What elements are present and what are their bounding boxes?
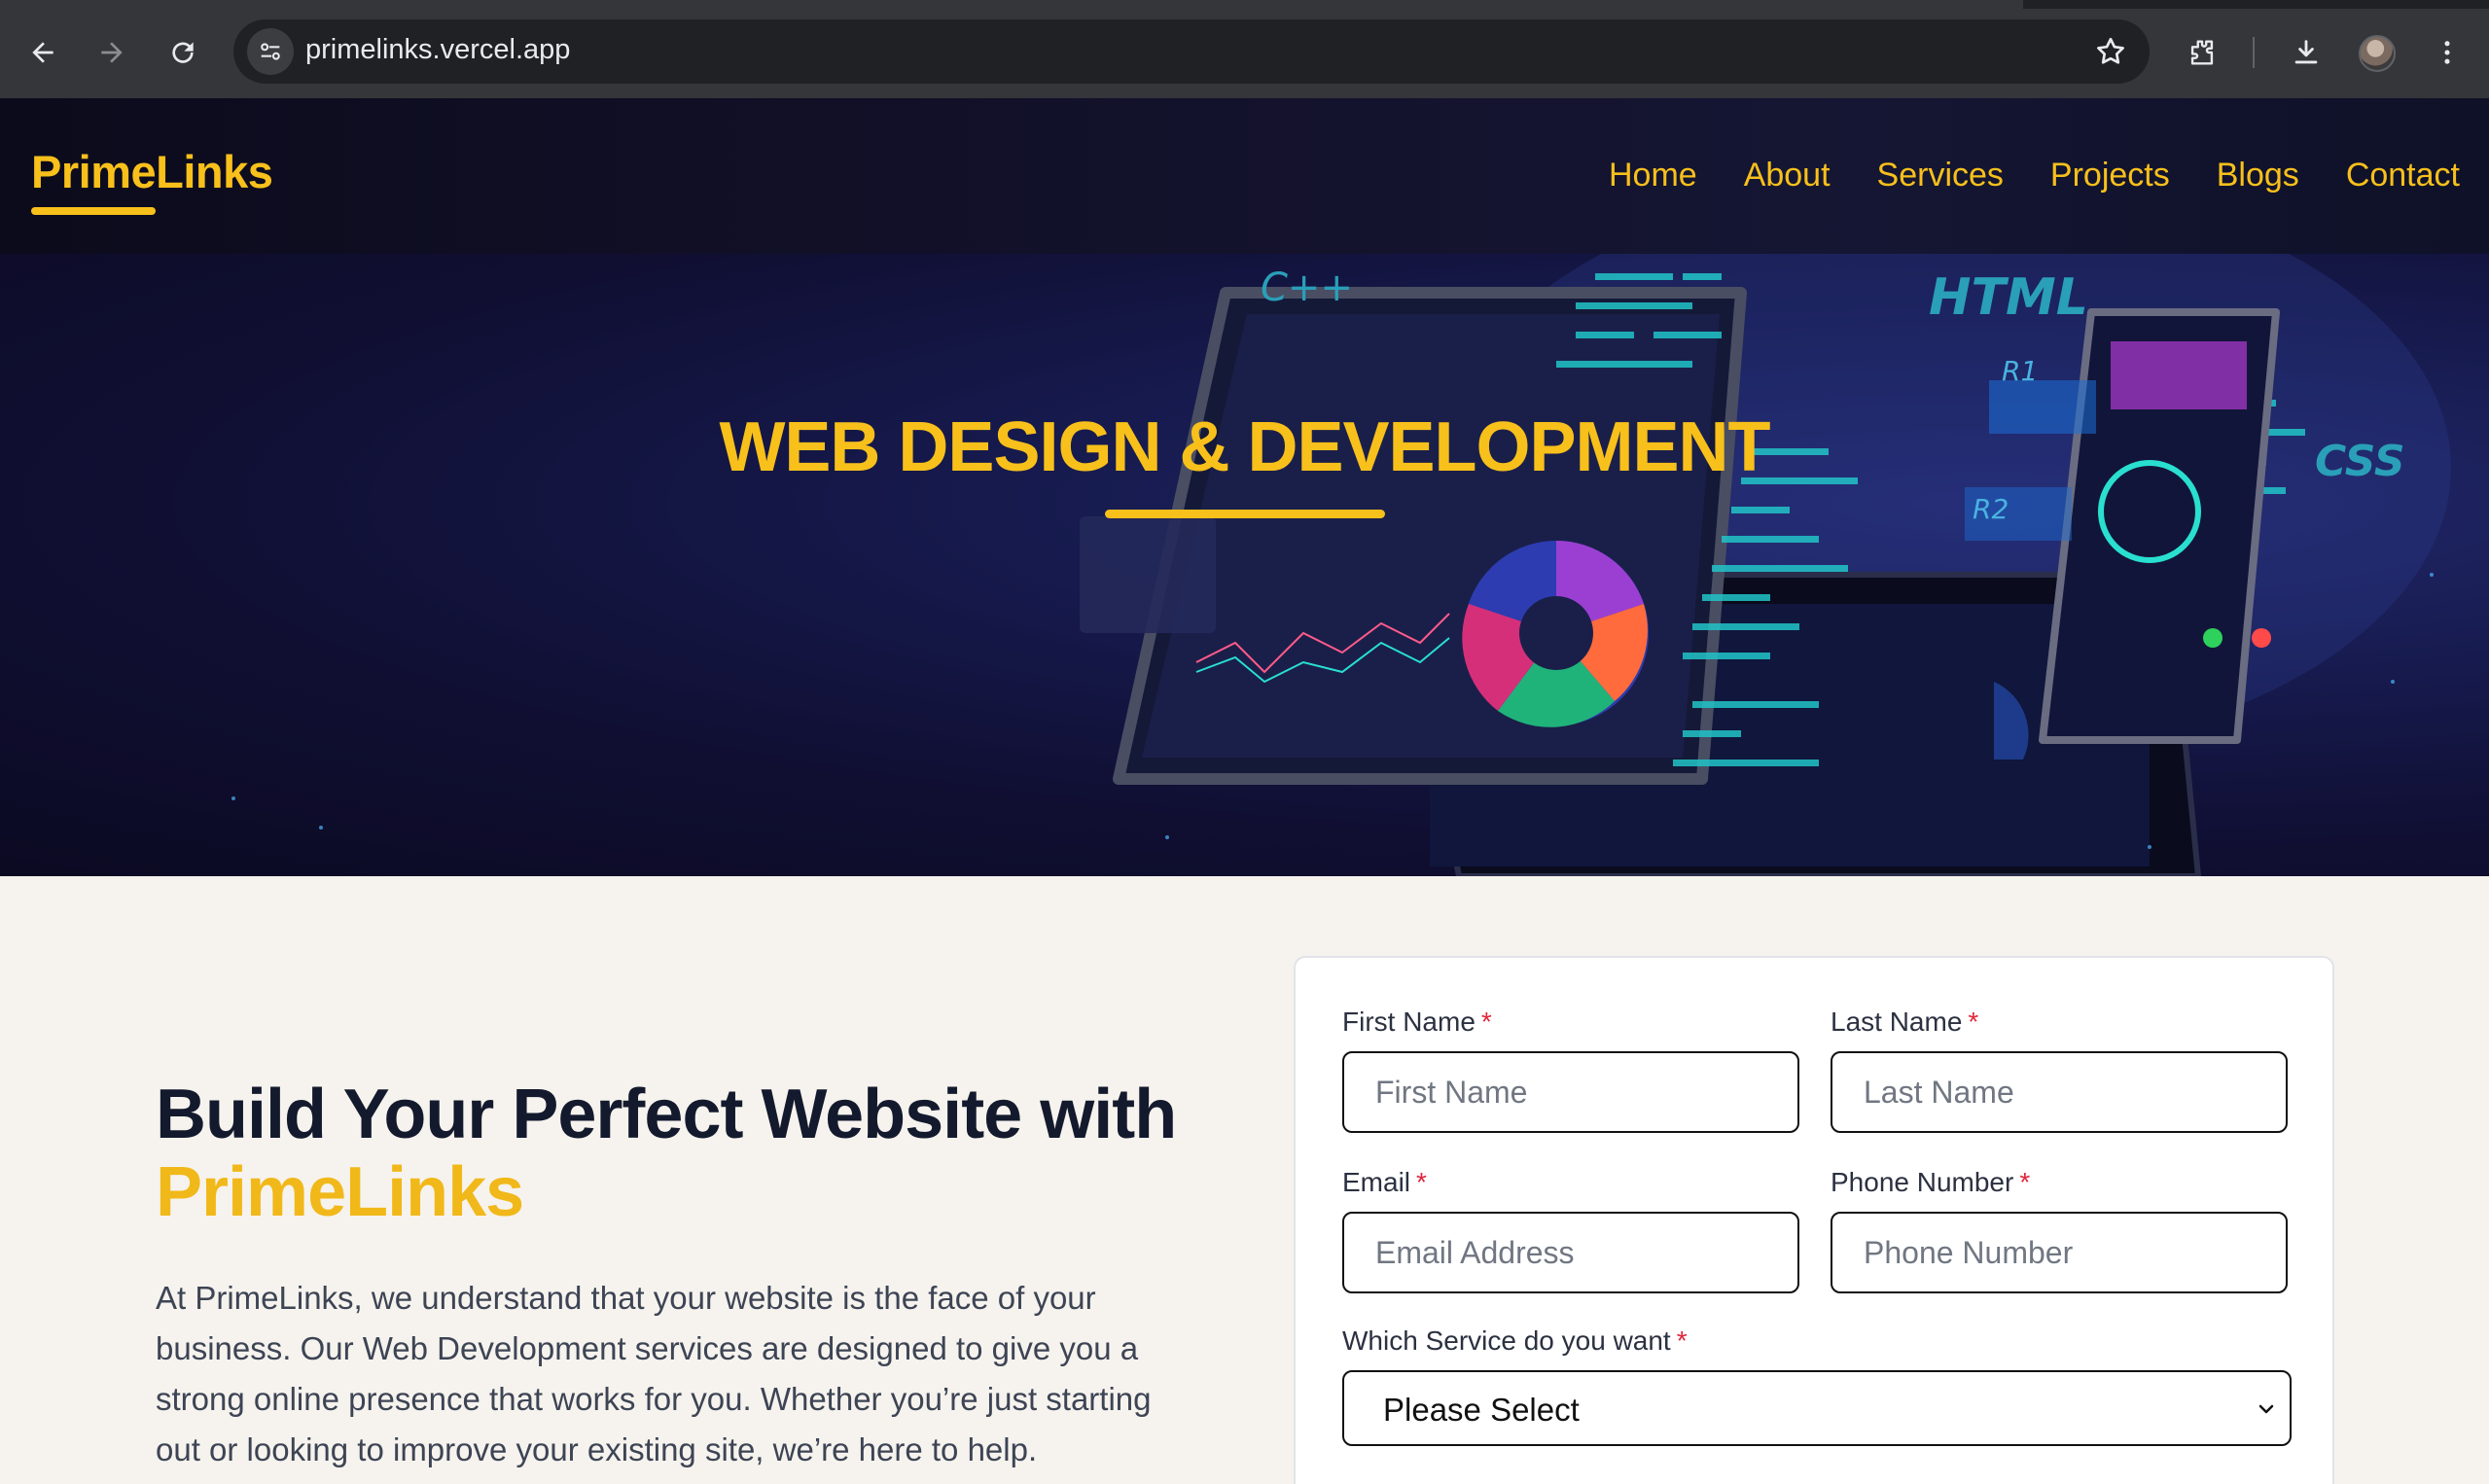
extensions-button[interactable]	[2179, 29, 2225, 76]
nav-about[interactable]: About	[1744, 157, 1831, 194]
profile-avatar[interactable]	[2359, 35, 2396, 72]
intro-section: Build Your Perfect Website with PrimeLin…	[0, 876, 2489, 1484]
required-mark: *	[1480, 1007, 1492, 1037]
service-select[interactable]: Please Select	[1342, 1370, 2292, 1446]
required-mark: *	[1416, 1167, 1427, 1197]
service-select-value: Please Select	[1383, 1392, 1580, 1428]
hero-title-underline	[1105, 510, 1385, 518]
download-icon	[2294, 40, 2318, 64]
download-button[interactable]	[2283, 29, 2329, 76]
site-info-button[interactable]	[247, 28, 294, 75]
phone-label: Phone Number *	[1831, 1167, 2030, 1198]
back-button[interactable]	[19, 29, 66, 76]
nav-blogs[interactable]: Blogs	[2217, 157, 2299, 194]
required-mark: *	[1968, 1007, 1979, 1037]
first-name-input[interactable]	[1342, 1051, 1799, 1133]
star-icon[interactable]	[2093, 34, 2128, 69]
address-bar[interactable]: primelinks.vercel.app	[233, 19, 2150, 84]
site-header: PrimeLinks Home About Services Projects …	[0, 98, 2489, 254]
art-label-r1: R1	[2002, 355, 2038, 387]
reload-icon	[172, 42, 194, 63]
required-mark: *	[1676, 1325, 1688, 1356]
active-tab-edge	[0, 0, 2023, 9]
contact-form: First Name* Last Name* Email* Phone Numb…	[1294, 956, 2334, 1484]
forward-button[interactable]	[89, 29, 135, 76]
intro-heading-accent: PrimeLinks	[156, 1153, 524, 1231]
hero-illustration: C++ HTML CSS R1 R2	[231, 254, 2451, 876]
main-nav: Home About Services Projects Blogs Conta…	[1609, 157, 2460, 194]
first-name-label-text: First Name	[1342, 1007, 1476, 1037]
first-name-label: First Name *	[1342, 1007, 1492, 1038]
email-label-text: Email	[1342, 1167, 1411, 1197]
nav-projects[interactable]: Projects	[2050, 157, 2170, 194]
intro-paragraph: At PrimeLinks, we understand that your w…	[156, 1280, 1152, 1467]
phone-label-text: Phone Number	[1831, 1167, 2014, 1197]
site-logo[interactable]: PrimeLinks	[31, 145, 273, 198]
last-name-label-text: Last Name	[1831, 1007, 1963, 1037]
email-label: Email *	[1342, 1167, 1427, 1198]
required-mark: *	[2019, 1167, 2031, 1197]
art-label-html: HTML	[1929, 268, 2088, 327]
nav-contact[interactable]: Contact	[2346, 157, 2460, 194]
nav-services[interactable]: Services	[1877, 157, 2004, 194]
forward-icon	[101, 42, 123, 63]
site-info-icon	[261, 43, 280, 60]
reload-button[interactable]	[160, 29, 206, 76]
logo-underline	[31, 207, 156, 215]
last-name-label: Last Name *	[1831, 1007, 1978, 1038]
chevron-down-icon	[2258, 1404, 2274, 1414]
email-input[interactable]	[1342, 1212, 1799, 1293]
hero-title: WEB DESIGN & DEVELOPMENT	[719, 408, 1770, 486]
last-name-input[interactable]	[1831, 1051, 2288, 1133]
browser-toolbar: primelinks.vercel.app	[0, 0, 2489, 98]
intro-heading: Build Your Perfect Website with PrimeLin…	[156, 1076, 1226, 1231]
service-label-text: Which Service do you want	[1342, 1325, 1671, 1356]
art-label-r2: R2	[1973, 493, 2009, 525]
intro-heading-line1: Build Your Perfect Website with	[156, 1076, 1177, 1153]
nav-home[interactable]: Home	[1609, 157, 1697, 194]
service-label: Which Service do you want *	[1342, 1325, 1688, 1357]
hero-banner: C++ HTML CSS R1 R2 WEB DESIGN & DEVELOPM…	[0, 254, 2489, 876]
menu-button[interactable]	[2424, 29, 2471, 76]
url-text[interactable]: primelinks.vercel.app	[305, 34, 570, 66]
extensions-icon	[2190, 40, 2214, 65]
back-icon	[32, 42, 53, 63]
art-label-cpp: C++	[1261, 265, 1353, 310]
phone-input[interactable]	[1831, 1212, 2288, 1293]
menu-icon	[2444, 41, 2450, 64]
toolbar-separator	[2253, 37, 2255, 68]
